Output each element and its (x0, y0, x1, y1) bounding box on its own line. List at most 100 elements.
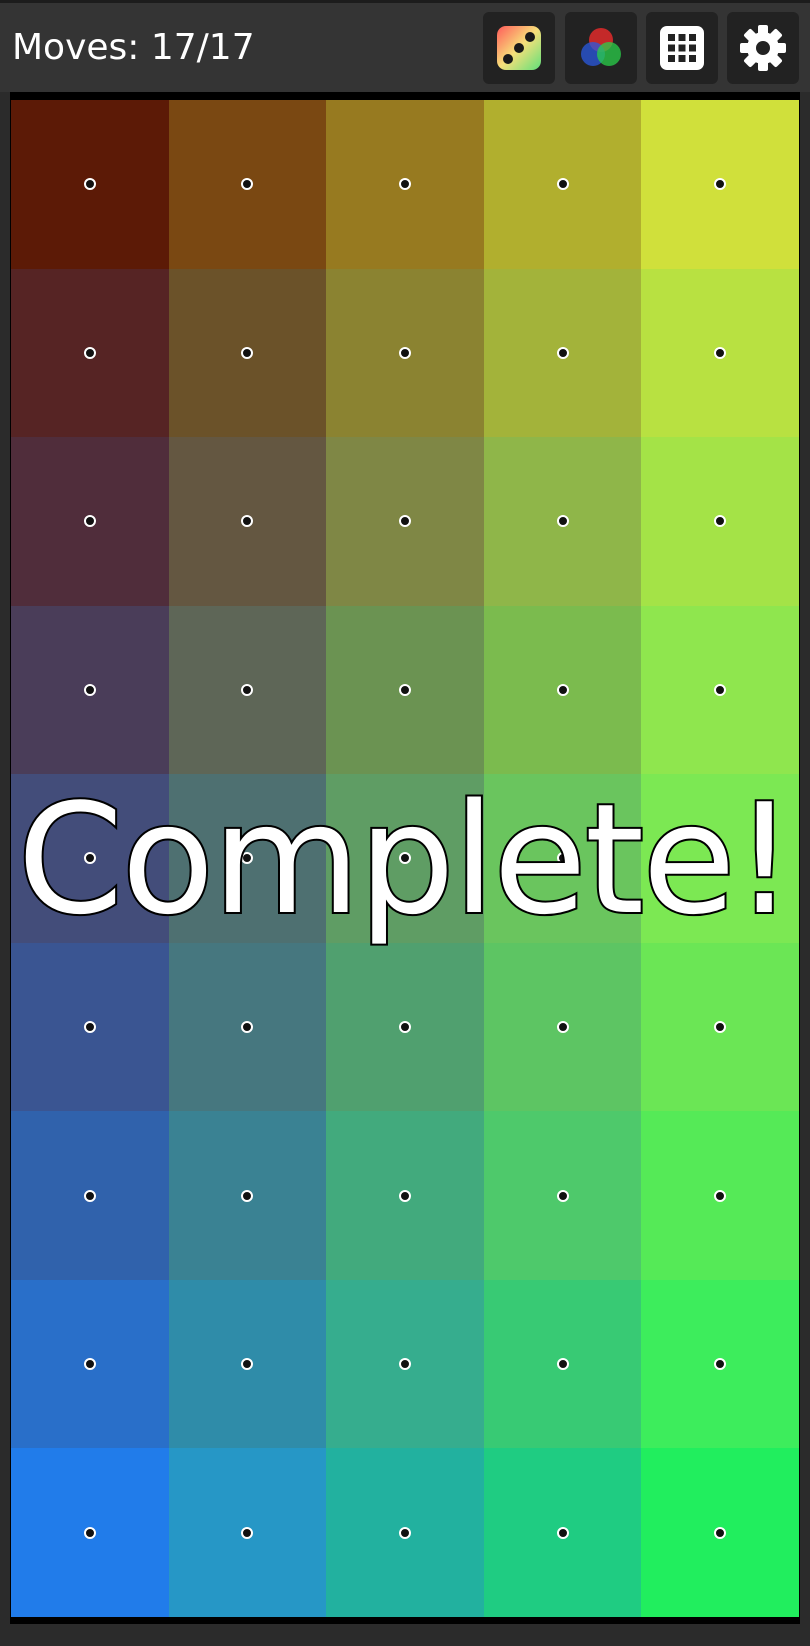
board-tile[interactable] (168, 605, 327, 775)
board-tile[interactable] (11, 605, 169, 775)
board-tile[interactable] (641, 1111, 799, 1280)
color-mode-button[interactable] (565, 12, 637, 84)
board-tile[interactable] (11, 1279, 169, 1449)
board-tile[interactable] (483, 437, 642, 606)
fixed-tile-dot (83, 1189, 96, 1202)
board-tile[interactable] (168, 942, 327, 1112)
fixed-tile-dot (398, 346, 411, 359)
board-tile[interactable] (11, 100, 169, 269)
fixed-tile-dot (556, 683, 569, 696)
board-tile[interactable] (326, 774, 484, 943)
board-tile[interactable] (641, 100, 799, 269)
board-tile[interactable] (11, 774, 169, 943)
fixed-tile-dot (83, 683, 96, 696)
fixed-tile-dot (398, 1021, 411, 1034)
board-tile[interactable] (483, 268, 642, 438)
fixed-tile-dot (83, 346, 96, 359)
dice-icon (497, 26, 541, 70)
fixed-tile-dot (398, 852, 411, 865)
board-tile[interactable] (483, 942, 642, 1112)
board-tile[interactable] (483, 774, 642, 943)
board-tile[interactable] (168, 268, 327, 438)
fixed-tile-dot (398, 1526, 411, 1539)
board-tile[interactable] (641, 605, 799, 775)
board-tile[interactable] (11, 268, 169, 438)
board-tile[interactable] (641, 1448, 799, 1617)
board-tile[interactable] (483, 605, 642, 775)
board-tile[interactable] (11, 942, 169, 1112)
board-tile[interactable] (641, 437, 799, 606)
fixed-tile-dot (83, 1358, 96, 1371)
fixed-tile-dot (556, 515, 569, 528)
grid-icon (660, 26, 704, 70)
fixed-tile-dot (83, 178, 96, 191)
board-tile[interactable] (168, 437, 327, 606)
fixed-tile-dot (83, 515, 96, 528)
moves-counter: Moves: 17/17 (12, 27, 255, 68)
fixed-tile-dot (83, 852, 96, 865)
fixed-tile-dot (83, 1021, 96, 1034)
board-tile[interactable] (641, 268, 799, 438)
board-tile[interactable] (326, 268, 484, 438)
fixed-tile-dot (714, 515, 727, 528)
fixed-tile-dot (714, 346, 727, 359)
board-tile[interactable] (168, 100, 327, 269)
fixed-tile-dot (398, 683, 411, 696)
fixed-tile-dot (714, 1021, 727, 1034)
board-tile[interactable] (11, 1448, 169, 1617)
game-app: Moves: 17/17 Complete! (0, 0, 810, 1646)
board-tile[interactable] (641, 774, 799, 943)
fixed-tile-dot (241, 1021, 254, 1034)
settings-button[interactable] (727, 12, 799, 84)
fixed-tile-dot (556, 852, 569, 865)
fixed-tile-dot (241, 1526, 254, 1539)
board-tile[interactable] (483, 1111, 642, 1280)
fixed-tile-dot (714, 1189, 727, 1202)
board-tile[interactable] (326, 1448, 484, 1617)
board-tile[interactable] (168, 1111, 327, 1280)
fixed-tile-dot (714, 178, 727, 191)
fixed-tile-dot (241, 683, 254, 696)
fixed-tile-dot (714, 683, 727, 696)
board-tile[interactable] (326, 605, 484, 775)
fixed-tile-dot (398, 1358, 411, 1371)
board-tile[interactable] (326, 942, 484, 1112)
bottom-strip (0, 1624, 810, 1646)
grid-size-button[interactable] (646, 12, 718, 84)
fixed-tile-dot (556, 1358, 569, 1371)
fixed-tile-dot (241, 178, 254, 191)
board-tile[interactable] (168, 1279, 327, 1449)
fixed-tile-dot (714, 1526, 727, 1539)
board-tile[interactable] (483, 100, 642, 269)
fixed-tile-dot (714, 1358, 727, 1371)
fixed-tile-dot (556, 346, 569, 359)
board-tile[interactable] (483, 1448, 642, 1617)
fixed-tile-dot (714, 852, 727, 865)
fixed-tile-dot (556, 1021, 569, 1034)
fixed-tile-dot (556, 178, 569, 191)
top-toolbar: Moves: 17/17 (0, 0, 810, 92)
gear-icon (740, 25, 786, 71)
board-tile[interactable] (168, 1448, 327, 1617)
board-tile[interactable] (326, 100, 484, 269)
fixed-tile-dot (556, 1526, 569, 1539)
rgb-circles-icon (581, 28, 621, 66)
fixed-tile-dot (398, 515, 411, 528)
board-tile[interactable] (326, 1111, 484, 1280)
dice-button[interactable] (483, 12, 555, 84)
fixed-tile-dot (241, 515, 254, 528)
board-tile[interactable] (641, 1279, 799, 1449)
board-tile[interactable] (483, 1279, 642, 1449)
puzzle-board (11, 100, 799, 1617)
board-tile[interactable] (168, 774, 327, 943)
fixed-tile-dot (241, 1189, 254, 1202)
fixed-tile-dot (241, 852, 254, 865)
fixed-tile-dot (83, 1526, 96, 1539)
board-tile[interactable] (641, 942, 799, 1112)
fixed-tile-dot (241, 346, 254, 359)
board-tile[interactable] (326, 1279, 484, 1449)
board-tile[interactable] (326, 437, 484, 606)
fixed-tile-dot (241, 1358, 254, 1371)
board-tile[interactable] (11, 437, 169, 606)
board-tile[interactable] (11, 1111, 169, 1280)
